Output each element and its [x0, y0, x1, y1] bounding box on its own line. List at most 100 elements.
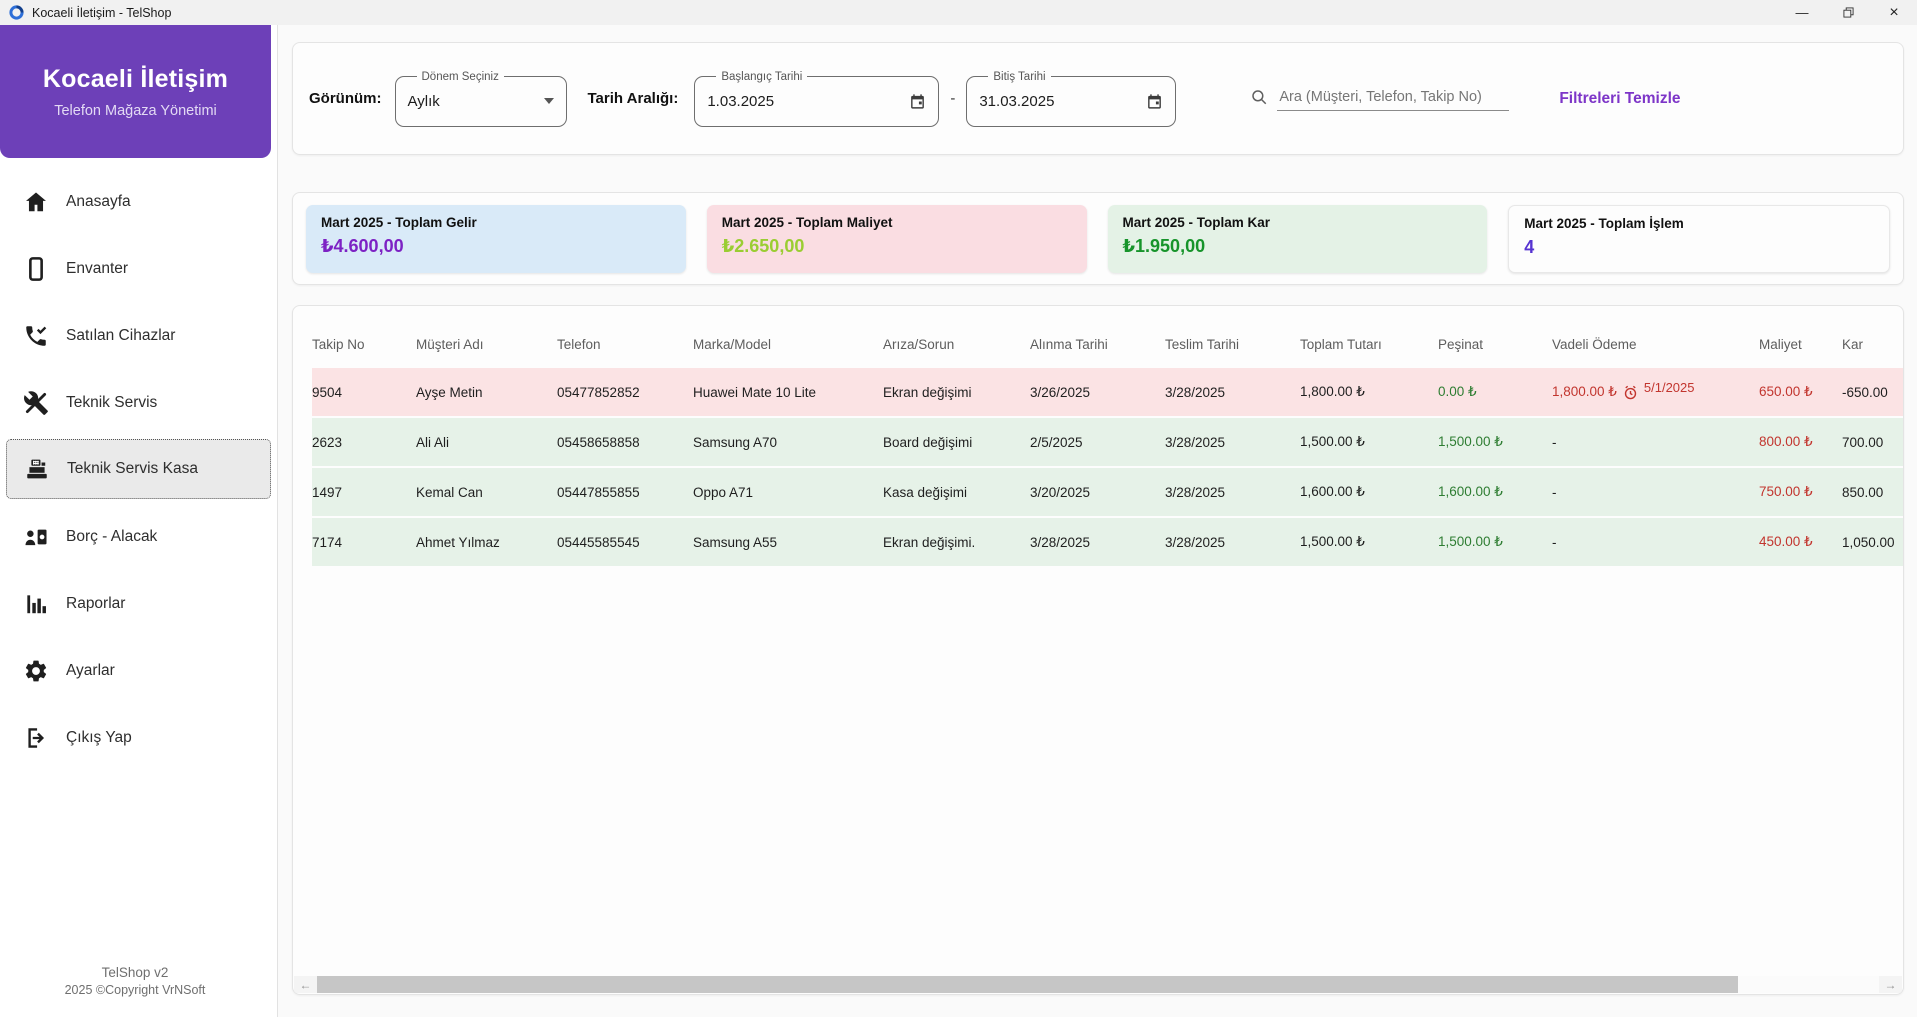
cell-kar: 700.00 [1842, 434, 1884, 450]
cell-kar: 850.00 [1842, 484, 1884, 500]
cell-vadeli-odeme: - [1552, 434, 1557, 450]
sidebar-item-label: Raporlar [66, 594, 126, 612]
card-title: Mart 2025 - Toplam Gelir [321, 214, 477, 230]
search-input[interactable] [1277, 86, 1510, 111]
sidebar-item-anasayfa[interactable]: Anasayfa [0, 168, 277, 235]
card-toplam-maliyet: Mart 2025 - Toplam Maliyet ₺2.650,00 [706, 204, 1087, 273]
cell-alinma-tarihi: 3/20/2025 [1030, 484, 1091, 500]
sidebar-item-label: Satılan Cihazlar [66, 326, 176, 344]
sidebar-item-teknik-servis-kasa[interactable]: Teknik Servis Kasa [6, 439, 271, 499]
col-alinma-tarihi: Alınma Tarihi [1030, 336, 1108, 352]
card-toplam-kar: Mart 2025 - Toplam Kar ₺1.950,00 [1107, 204, 1488, 273]
start-date-value: 1.03.2025 [707, 92, 775, 110]
cell-musteri-adi: Kemal Can [416, 484, 483, 500]
brand-subtitle: Telefon Mağaza Yönetimi [54, 102, 217, 119]
bar-chart-icon [27, 594, 46, 613]
cell-maliyet: 750.00 ₺ [1759, 484, 1813, 499]
col-vadeli-odeme: Vadeli Ödeme [1552, 336, 1637, 352]
sidebar-item-teknik-servis[interactable]: Teknik Servis [0, 369, 277, 436]
table-row[interactable]: 1497 Kemal Can 05447855855 Oppo A71 Kasa… [312, 468, 1903, 516]
sidebar-item-label: Teknik Servis [66, 393, 158, 411]
date-range-label: Tarih Aralığı: [587, 90, 679, 107]
cell-pesinat: 0.00 ₺ [1438, 384, 1477, 399]
col-toplam-tutari: Toplam Tutarı [1300, 336, 1382, 352]
start-date-field[interactable]: Başlangıç Tarihi 1.03.2025 [694, 70, 940, 127]
cell-ariza-sorun: Ekran değişimi [883, 384, 972, 400]
gear-icon [25, 660, 47, 681]
table-scroll-area: Takip No Müşteri Adı Telefon Marka/Model… [293, 306, 1903, 566]
cell-ariza-sorun: Kasa değişimi [883, 484, 968, 500]
cash-register-icon [27, 459, 47, 479]
logout-icon [28, 727, 45, 748]
alarm-clock-icon [1622, 384, 1639, 401]
sidebar-item-ayarlar[interactable]: Ayarlar [0, 637, 277, 704]
cell-marka-model: Samsung A55 [693, 534, 778, 550]
cell-maliyet: 450.00 ₺ [1759, 534, 1813, 549]
cell-telefon: 05458658858 [557, 434, 640, 450]
sidebar-item-label: Envanter [66, 259, 129, 277]
cell-maliyet: 800.00 ₺ [1759, 434, 1813, 449]
col-takip-no: Takip No [312, 336, 365, 352]
col-musteri-adi: Müşteri Adı [416, 336, 484, 352]
cell-marka-model: Huawei Mate 10 Lite [693, 384, 817, 400]
calendar-icon[interactable] [1146, 93, 1163, 110]
minimize-button[interactable]: — [1779, 0, 1825, 25]
sidebar-item-borc-alacak[interactable]: Borç - Alacak [0, 503, 277, 570]
person-banknote-icon [25, 529, 47, 545]
cell-maliyet: 650.00 ₺ [1759, 384, 1813, 399]
period-select-label: Dönem Seçiniz [421, 70, 499, 83]
restore-button[interactable] [1825, 0, 1871, 25]
horizontal-scrollbar[interactable]: ← → [294, 976, 1902, 993]
cell-teslim-tarihi: 3/28/2025 [1165, 384, 1226, 400]
col-kar: Kar [1842, 336, 1864, 352]
cell-takip-no: 1497 [312, 484, 343, 500]
clear-filters-button[interactable]: Filtreleri Temizle [1559, 90, 1680, 108]
end-date-field[interactable]: Bitiş Tarihi 31.03.2025 [966, 70, 1177, 127]
filter-bar: Görünüm: Dönem Seçiniz Aylık Tarih Aralı… [292, 42, 1904, 155]
card-value: ₺1.950,00 [1122, 235, 1206, 256]
close-button[interactable]: × [1871, 0, 1917, 25]
cell-toplam-tutari: 1,500.00 ₺ [1300, 534, 1365, 549]
period-select[interactable]: Dönem Seçiniz Aylık [394, 70, 567, 127]
period-select-value: Aylık [407, 92, 440, 110]
smartphone-icon [29, 256, 43, 281]
cell-telefon: 05447855855 [557, 484, 640, 500]
card-toplam-gelir: Mart 2025 - Toplam Gelir ₺4.600,00 [306, 204, 686, 273]
calendar-icon[interactable] [909, 93, 926, 110]
cell-teslim-tarihi: 3/28/2025 [1165, 484, 1226, 500]
cell-teslim-tarihi: 3/28/2025 [1165, 434, 1226, 450]
sidebar-item-label: Borç - Alacak [66, 527, 158, 545]
table-row[interactable]: 9504 Ayşe Metin 05477852852 Huawei Mate … [312, 368, 1903, 416]
sidebar-item-cikis-yap[interactable]: Çıkış Yap [0, 704, 277, 771]
scrollbar-track[interactable] [317, 976, 1879, 993]
app-version: TelShop v2 [101, 965, 169, 980]
sidebar-item-label: Teknik Servis Kasa [67, 460, 198, 477]
cell-toplam-tutari: 1,600.00 ₺ [1300, 484, 1365, 499]
window-title: Kocaeli İletişim - TelShop [32, 5, 172, 20]
brand-header: Kocaeli İletişim Telefon Mağaza Yönetimi [0, 25, 271, 158]
sidebar-item-raporlar[interactable]: Raporlar [0, 570, 277, 637]
col-maliyet: Maliyet [1759, 336, 1802, 352]
sidebar-item-envanter[interactable]: Envanter [0, 235, 277, 302]
scroll-left-icon[interactable]: ← [294, 976, 317, 993]
scroll-right-icon[interactable]: → [1879, 976, 1902, 993]
cell-alinma-tarihi: 3/28/2025 [1030, 534, 1091, 550]
card-title: Mart 2025 - Toplam İşlem [1524, 215, 1684, 231]
vadeli-due-date: 5/1/2025 [1643, 379, 1695, 395]
sidebar-item-label: Çıkış Yap [66, 728, 132, 746]
sidebar-nav: Anasayfa Envanter Satılan Cihazlar Tekni… [0, 168, 277, 771]
cell-musteri-adi: Ahmet Yılmaz [416, 534, 500, 550]
cell-pesinat: 1,600.00 ₺ [1438, 484, 1503, 499]
cell-alinma-tarihi: 2/5/2025 [1030, 434, 1083, 450]
view-label: Görünüm: [309, 90, 382, 107]
cell-vadeli-odeme: 1,800.00 ₺ 5/1/2025 [1552, 380, 1759, 401]
sidebar-item-satilan-cihazlar[interactable]: Satılan Cihazlar [0, 302, 277, 369]
col-pesinat: Peşinat [1438, 336, 1484, 352]
card-value: 4 [1524, 236, 1535, 257]
cell-alinma-tarihi: 3/26/2025 [1030, 384, 1091, 400]
table-row[interactable]: 2623 Ali Ali 05458658858 Samsung A70 Boa… [312, 418, 1903, 466]
sidebar-footer: TelShop v2 2025 ©Copyright VrNSoft [0, 965, 270, 997]
table-row[interactable]: 7174 Ahmet Yılmaz 05445585545 Samsung A5… [312, 518, 1903, 566]
card-value: ₺4.600,00 [321, 235, 404, 256]
scrollbar-thumb[interactable] [317, 976, 1739, 993]
